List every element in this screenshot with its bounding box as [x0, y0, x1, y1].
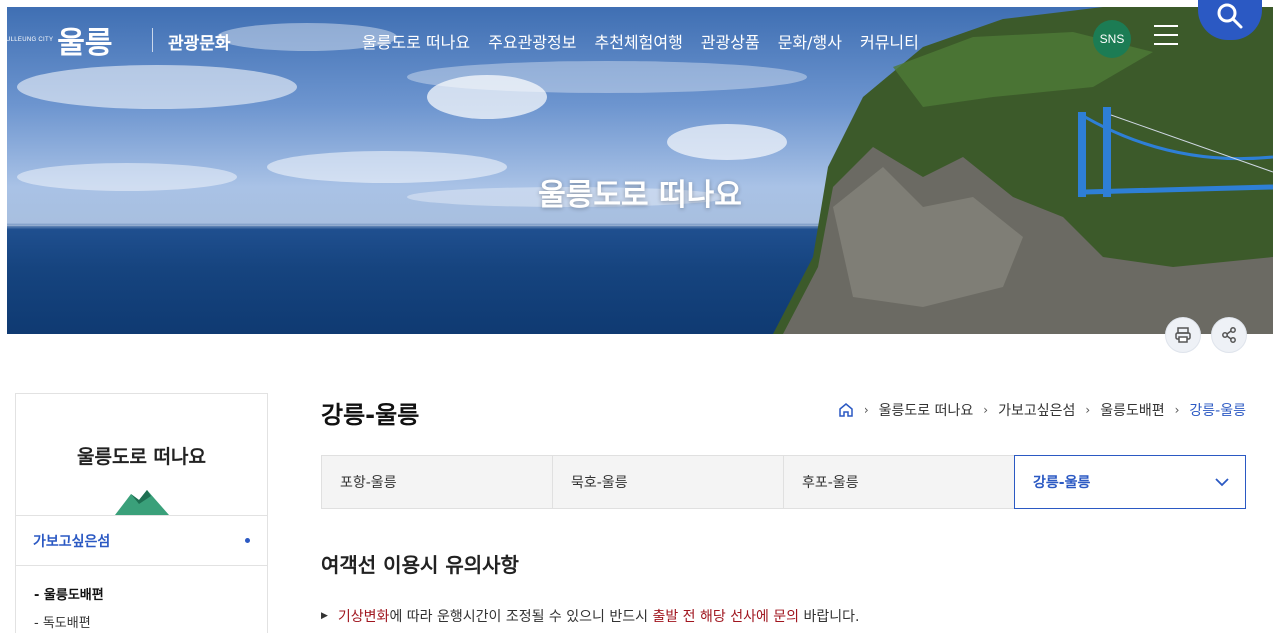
nav-item-products[interactable]: 관광상품	[701, 29, 760, 53]
chevron-right-icon: ›	[983, 403, 989, 417]
nav-item-culture-events[interactable]: 문화/행사	[778, 29, 842, 53]
side-nav-item-label: 독도배편	[42, 616, 91, 631]
breadcrumb-item[interactable]: 울릉도로 떠나요	[879, 400, 974, 420]
sns-button[interactable]: SNS	[1093, 20, 1131, 58]
logo-subtext: ULLEUNG CITY	[6, 37, 54, 43]
page-title: 강릉-울릉	[321, 401, 420, 429]
chevron-right-icon: ›	[863, 403, 869, 417]
site-section-name[interactable]: 관광문화	[168, 29, 231, 54]
island-mascot-icon	[115, 490, 169, 515]
tab-hupo-ulleung[interactable]: 후포-울릉	[783, 455, 1014, 509]
side-nav-current-label: 가보고싶은섬	[33, 533, 111, 550]
section-title: 여객선 이용시 유의사항	[321, 553, 519, 577]
tab-mukho-ulleung[interactable]: 묵호-울릉	[552, 455, 783, 509]
horizon-line	[7, 225, 827, 226]
chevron-right-icon: ›	[1085, 403, 1091, 417]
side-nav-item-label: 울릉도배편	[43, 588, 104, 603]
share-icon	[1222, 327, 1236, 343]
logo-divider	[152, 28, 153, 52]
notice-highlight: 기상변화	[337, 609, 390, 625]
search-icon	[1217, 3, 1243, 29]
search-button[interactable]	[1198, 0, 1262, 40]
breadcrumb: › 울릉도로 떠나요 › 가보고싶은섬 › 울릉도배편 › 강릉-울릉	[838, 400, 1246, 420]
notice-text: 에 따라 운행시간이 조정될 수 있으니 반드시	[389, 609, 653, 625]
breadcrumb-item[interactable]: 울릉도배편	[1100, 400, 1164, 420]
tab-pohang-ulleung[interactable]: 포항-울릉	[321, 455, 552, 509]
side-nav: 울릉도로 떠나요 가보고싶은섬 - 울릉도배편 - 독도배편	[15, 393, 268, 633]
side-nav-item-dokdo-ferry[interactable]: - 독도배편	[34, 612, 91, 631]
site-logo[interactable]: ULLEUNG CITY 울릉	[6, 18, 112, 62]
header: ULLEUNG CITY 울릉 관광문화 울릉도로 떠나요 주요관광정보 추천체…	[0, 0, 1280, 80]
hero-title: 울릉도로 떠나요	[538, 178, 742, 213]
nav-item-tourist-info[interactable]: 주요관광정보	[488, 29, 576, 53]
breadcrumb-item[interactable]: 가보고싶은섬	[998, 400, 1075, 420]
nav-item-community[interactable]: 커뮤니티	[860, 29, 919, 53]
share-button[interactable]	[1211, 317, 1247, 353]
notice-item: ▶ 기상변화 에 따라 운행시간이 조정될 수 있으니 반드시 출발 전 해당 선…	[321, 606, 859, 626]
tab-label: 강릉-울릉	[1033, 475, 1091, 491]
print-button[interactable]	[1165, 317, 1201, 353]
print-icon	[1175, 327, 1191, 343]
route-tabs: 포항-울릉 묵호-울릉 후포-울릉 강릉-울릉	[321, 455, 1246, 509]
notice-text: 바랍니다.	[799, 609, 860, 625]
chevron-right-icon: ›	[1174, 403, 1180, 417]
side-nav-current-menu[interactable]: 가보고싶은섬	[16, 515, 267, 566]
breadcrumb-current[interactable]: 강릉-울릉	[1189, 400, 1246, 420]
tab-gangneung-ulleung[interactable]: 강릉-울릉	[1014, 455, 1246, 509]
active-dot-icon	[245, 538, 250, 543]
chevron-down-icon	[1215, 477, 1229, 486]
nav-item-travel[interactable]: 울릉도로 떠나요	[362, 29, 470, 53]
bullet-triangle-icon: ▶	[321, 611, 328, 621]
home-icon[interactable]	[838, 402, 854, 418]
nav-item-experience[interactable]: 추천체험여행	[594, 29, 682, 53]
main-nav: 울릉도로 떠나요 주요관광정보 추천체험여행 관광상품 문화/행사 커뮤니티	[362, 29, 919, 53]
logo-text: 울릉	[57, 26, 113, 61]
hamburger-menu-icon[interactable]	[1154, 25, 1178, 47]
notice-highlight: 출발 전 해당 선사에 문의	[652, 609, 800, 625]
side-nav-item-ulleung-ferry[interactable]: - 울릉도배편	[34, 584, 104, 603]
side-nav-title: 울릉도로 떠나요	[77, 446, 206, 468]
